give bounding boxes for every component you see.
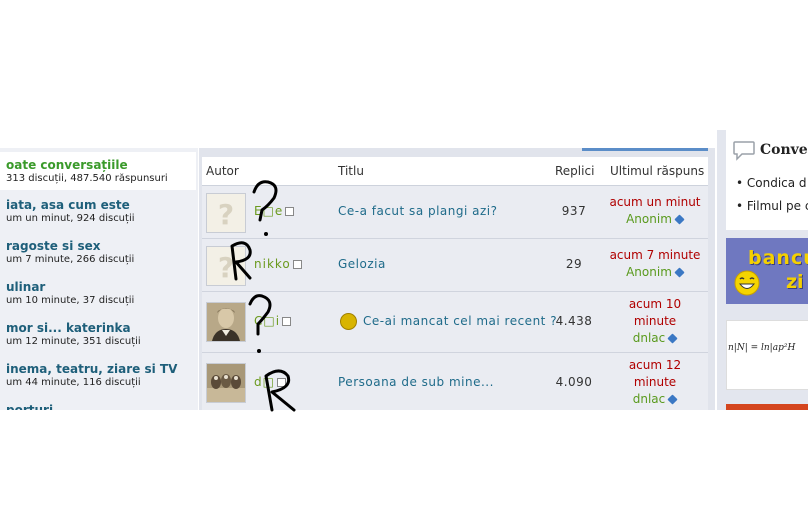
author-link[interactable]: nikko <box>254 257 302 271</box>
topic-title-text[interactable]: Ce-ai mancat cel mai recent ? <box>363 314 557 328</box>
poll-icon <box>340 313 357 330</box>
category-title[interactable]: ulinar <box>6 280 198 294</box>
category-title[interactable]: mor si... katerinka <box>6 321 198 335</box>
svg-text:?: ? <box>218 251 234 284</box>
last-reply-user[interactable]: dnlac <box>633 331 666 345</box>
go-to-post-icon[interactable] <box>667 394 678 405</box>
user-photo-icon <box>207 303 245 341</box>
column-header-replies[interactable]: Replici <box>555 164 594 178</box>
topic-title-link[interactable]: Gelozia <box>338 257 386 271</box>
last-reply: acum 7 minute Anonim <box>602 247 708 281</box>
topic-title-link[interactable]: Persoana de sub mine... <box>338 375 494 389</box>
category-meta: um 7 minute, 266 discuții <box>6 254 135 265</box>
category-item[interactable]: mor si... katerinka um 12 minute, 351 di… <box>6 321 198 348</box>
last-reply: acum un minut Anonim <box>602 194 708 228</box>
reply-count: 29 <box>565 257 583 271</box>
go-to-post-icon[interactable] <box>667 333 678 344</box>
formula-ad[interactable]: n|N| = ln|ap²H <box>726 320 808 390</box>
last-reply-time[interactable]: acum un minut <box>602 194 708 211</box>
conversations-box: Conve • Condica d • Filmul pe c <box>726 130 808 230</box>
category-item[interactable]: ulinar um 10 minute, 37 discuții <box>6 280 198 307</box>
category-item[interactable]: inema, teatru, ziare si TV um 44 minute,… <box>6 362 198 389</box>
category-title: oate conversațiile <box>6 158 128 172</box>
discussion-table: Autor Titlu Replici Ultimul răspuns ? E□… <box>202 157 708 410</box>
category-meta: 313 discuții, 487.540 răspunsuri <box>6 173 168 184</box>
last-reply-time[interactable]: acum 12 minute <box>602 357 708 391</box>
panel-top-accent <box>582 148 708 151</box>
author-link[interactable]: d□ <box>254 375 286 389</box>
orange-ad-strip[interactable] <box>726 404 808 410</box>
category-meta: um 10 minute, 37 discuții <box>6 295 135 306</box>
online-status-icon <box>282 317 292 326</box>
author-link[interactable]: C□i <box>254 314 292 328</box>
online-status-icon <box>276 378 286 387</box>
table-row: ? E□e Ce-a facut sa plangi azi? 937 acum… <box>202 186 708 239</box>
column-header-last-reply[interactable]: Ultimul răspuns <box>610 164 704 178</box>
last-reply: acum 10 minute dnlac <box>602 296 708 347</box>
category-title[interactable]: inema, teatru, ziare si TV <box>6 362 198 376</box>
category-title[interactable]: porturi <box>6 403 198 410</box>
topic-title-link[interactable]: Ce-a facut sa plangi azi? <box>338 204 498 218</box>
column-header-title[interactable]: Titlu <box>338 164 364 178</box>
last-reply-user[interactable]: Anonim <box>626 212 672 226</box>
birds-photo-icon <box>207 364 245 402</box>
banner-text-second: zi <box>786 271 804 293</box>
category-sidebar: oate conversațiile 313 discuții, 487.540… <box>0 148 198 410</box>
banner-text: bancu <box>748 247 808 269</box>
table-row: ? nikko Gelozia 29 acum 7 minute Anonim <box>202 239 708 292</box>
page: oate conversațiile 313 discuții, 487.540… <box>0 0 808 512</box>
column-header-author[interactable]: Autor <box>206 164 239 178</box>
last-reply-user[interactable]: dnlac <box>633 392 666 406</box>
question-avatar[interactable]: ? <box>206 246 246 286</box>
category-item[interactable]: porturi <box>6 403 198 410</box>
category-title[interactable]: ragoste si sex <box>6 239 198 253</box>
online-status-icon <box>285 207 295 216</box>
laughing-smiley-icon <box>734 270 760 296</box>
category-meta: um 12 minute, 351 discuții <box>6 336 141 347</box>
bancuri-banner[interactable]: bancu zi <box>726 238 808 304</box>
last-reply-time[interactable]: acum 10 minute <box>602 296 708 330</box>
question-avatar[interactable]: ? <box>206 193 246 233</box>
online-status-icon <box>292 260 302 269</box>
reply-count: 4.090 <box>555 375 593 389</box>
conversations-heading: Conve <box>760 142 808 158</box>
conversation-link[interactable]: • Filmul pe c <box>736 199 808 213</box>
category-meta: um un minut, 924 discuții <box>6 213 135 224</box>
category-item[interactable]: ragoste si sex um 7 minute, 266 discuții <box>6 239 198 266</box>
go-to-post-icon[interactable] <box>674 267 685 278</box>
question-mark-icon: ? <box>207 194 245 232</box>
formula-text: n|N| = ln|ap²H <box>728 343 796 353</box>
last-reply-user[interactable]: Anonim <box>626 265 672 279</box>
author-link[interactable]: E□e <box>254 204 295 218</box>
last-reply: acum 12 minute dnlac <box>602 357 708 408</box>
photo-avatar[interactable] <box>206 302 246 342</box>
category-item[interactable]: iata, asa cum este um un minut, 924 disc… <box>6 198 198 225</box>
reply-count: 937 <box>561 204 587 218</box>
question-mark-icon: ? <box>207 247 245 285</box>
author-name[interactable]: C□i <box>254 314 280 328</box>
speech-bubble-icon <box>733 141 755 161</box>
author-name[interactable]: d□ <box>254 375 275 389</box>
table-row: d□ Persoana de sub mine... 4.090 acum 12… <box>202 353 708 410</box>
table-row: C□i Ce-ai mancat cel mai recent ? 4.438 … <box>202 292 708 353</box>
svg-text:?: ? <box>218 198 234 231</box>
table-header: Autor Titlu Replici Ultimul răspuns <box>202 157 708 186</box>
conversation-link[interactable]: • Condica d <box>736 176 807 190</box>
category-meta: um 44 minute, 116 discuții <box>6 377 141 388</box>
reply-count: 4.438 <box>555 314 593 328</box>
author-name[interactable]: E□e <box>254 204 283 218</box>
category-title[interactable]: iata, asa cum este <box>6 198 198 212</box>
topic-title-link[interactable]: Ce-ai mancat cel mai recent ? <box>340 313 557 330</box>
discussion-panel: Autor Titlu Replici Ultimul răspuns ? E□… <box>199 148 715 410</box>
author-name[interactable]: nikko <box>254 257 291 271</box>
last-reply-time[interactable]: acum 7 minute <box>602 247 708 264</box>
go-to-post-icon[interactable] <box>674 214 685 225</box>
birds-avatar[interactable] <box>206 363 246 403</box>
category-all-conversations[interactable]: oate conversațiile 313 discuții, 487.540… <box>0 152 196 190</box>
